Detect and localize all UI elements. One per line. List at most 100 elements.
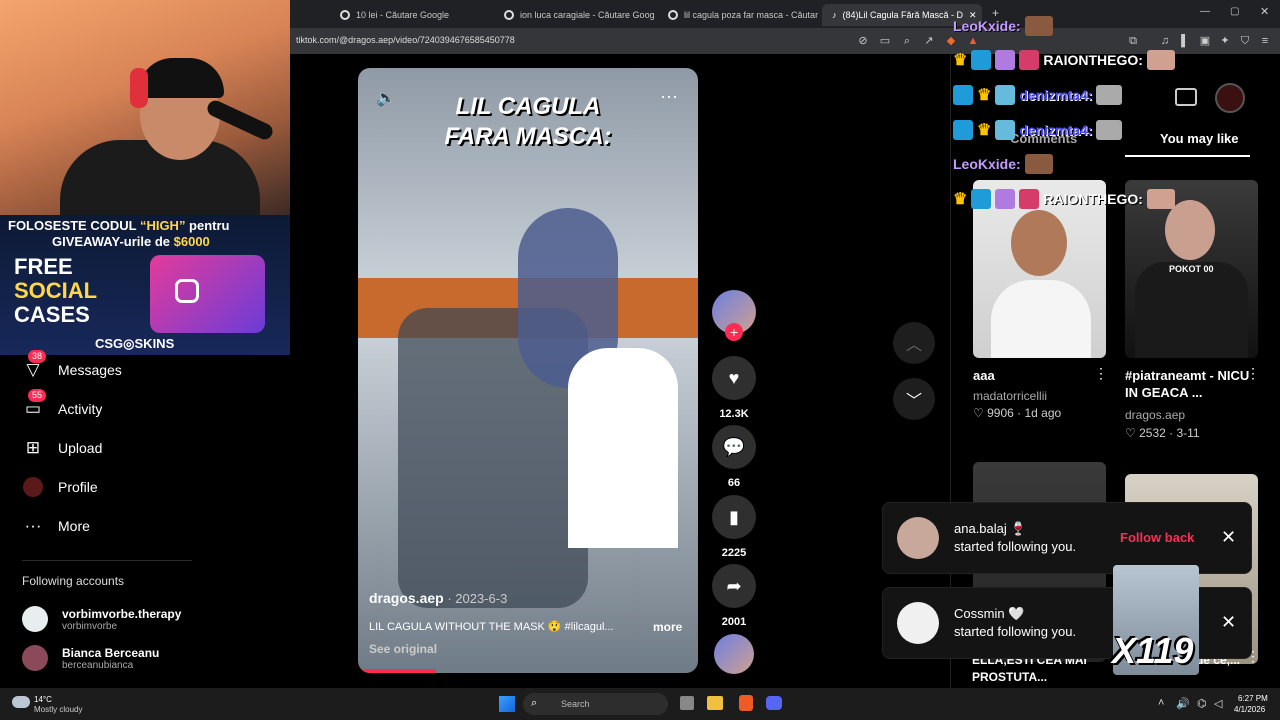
see-original-link[interactable]: See original <box>369 642 437 656</box>
extensions-icon[interactable]: ⧉ <box>1126 34 1140 48</box>
card-stats: ♡ 2532 · 3-11 <box>1125 426 1200 440</box>
upload-icon: ⊞ <box>25 438 41 457</box>
card-more-icon[interactable]: ⋮ <box>1094 365 1108 382</box>
ai-icon[interactable]: ✦ <box>1218 34 1232 48</box>
close-icon[interactable]: ✕ <box>1221 612 1236 633</box>
nav-messages[interactable]: ▽ 38 Messages <box>22 350 122 381</box>
maximize-icon[interactable]: ▢ <box>1230 6 1239 17</box>
next-video-button[interactable]: ﹀ <box>893 378 935 420</box>
file-explorer-icon[interactable] <box>707 696 723 710</box>
like-action[interactable]: ♥ 12.3K <box>712 356 756 420</box>
browser-tab-bar: 10 lei - Căutare Google ion luca caragia… <box>290 0 1280 28</box>
emote <box>1146 189 1175 209</box>
heart-icon[interactable]: ♥ <box>712 356 756 400</box>
follow-back-button[interactable]: Follow back <box>1120 530 1194 545</box>
case-graphic <box>150 255 265 333</box>
discord-icon[interactable] <box>766 696 782 710</box>
taskbar-search[interactable]: Search <box>523 693 668 715</box>
wallet-icon[interactable]: ▣ <box>1198 34 1212 48</box>
close-window-icon[interactable]: ✕ <box>1260 5 1269 18</box>
card-author[interactable]: madatorricellii <box>973 389 1047 403</box>
close-icon[interactable]: ✕ <box>1221 527 1236 548</box>
video-author[interactable]: dragos.aep · 2023-6-3 <box>369 590 507 606</box>
windows-start-icon[interactable] <box>499 696 515 712</box>
comment-action[interactable]: 💬 66 <box>712 425 756 489</box>
browser-tab[interactable]: ion luca caragiale - Căutare Google <box>494 4 654 26</box>
avatar <box>22 645 48 671</box>
url-text[interactable]: tiktok.com/@dragos.aep/video/72403946765… <box>296 35 515 45</box>
browser-tab[interactable]: 10 lei - Căutare Google <box>330 4 490 26</box>
nav-upload[interactable]: ⊞ Upload <box>22 437 103 459</box>
activity-badge: 55 <box>28 389 47 402</box>
browser-tab[interactable]: lil cagula poza far masca - Căutare G <box>658 4 818 26</box>
emote <box>953 120 973 140</box>
chat-message: ♛ RAIONTHEGO: <box>953 187 1175 211</box>
caption-more-link[interactable]: more <box>653 620 682 634</box>
share-icon[interactable]: ↗ <box>922 34 936 48</box>
crown-badge-icon: ♛ <box>953 191 968 208</box>
clock-date[interactable]: 4/1/2026 <box>1234 705 1265 714</box>
following-account[interactable]: Bianca Berceanu berceanubianca <box>22 645 159 671</box>
menu-icon[interactable]: ≡ <box>1258 34 1272 48</box>
comment-count: 66 <box>727 477 741 489</box>
profile-avatar-icon <box>22 477 44 497</box>
more-options-icon[interactable]: ··· <box>660 86 678 107</box>
following-accounts-title: Following accounts <box>22 574 125 588</box>
avatar <box>897 517 939 559</box>
card-title[interactable]: #piatraneamt - NICU IN GEACA ... <box>1125 367 1255 401</box>
video-player[interactable]: 🔈 LIL CAGULA FARA MASCA: ··· dragos.aep … <box>358 68 698 673</box>
cast-icon[interactable]: ▭ <box>878 34 892 48</box>
speaker-icon[interactable]: ◁ <box>1214 697 1222 710</box>
cloud-icon[interactable] <box>12 696 30 708</box>
network-icon[interactable]: ⌬ <box>1197 697 1207 710</box>
comment-icon[interactable]: 💬 <box>712 425 756 469</box>
webcam-overlay <box>0 0 290 215</box>
chevron-up-icon[interactable]: ˄ <box>1158 697 1164 709</box>
card-author[interactable]: dragos.aep <box>1125 408 1185 422</box>
tab-you-may-like[interactable]: You may like <box>1160 131 1239 146</box>
following-account[interactable]: vorbimvorbe.therapy vorbimvorbe <box>22 606 181 632</box>
emote <box>995 50 1016 70</box>
sidebar-icon[interactable]: ▌ <box>1178 34 1192 48</box>
video-caption: LIL CAGULA WITHOUT THE MASK 😲 #lilcagul.… <box>369 621 614 633</box>
weather-desc[interactable]: Mostly cloudy <box>34 705 82 714</box>
video-progress-bar[interactable] <box>358 669 437 673</box>
weather-temp[interactable]: 14°C <box>34 695 52 704</box>
no-camera-icon[interactable]: ⊘ <box>856 34 870 48</box>
user-avatar[interactable] <box>1215 83 1245 113</box>
video-overlay-title: LIL CAGULA FARA MASCA: <box>444 93 612 150</box>
messages-icon: ▽ 38 <box>22 350 47 380</box>
video-frame-shirt <box>568 348 678 548</box>
search-icon: ⌕ <box>531 697 538 709</box>
bookmark-icon[interactable]: ▮ <box>712 495 756 539</box>
vpn-icon[interactable]: ⛉ <box>1238 34 1252 48</box>
sound-avatar[interactable] <box>714 634 754 674</box>
card-more-icon[interactable]: ⋮ <box>1246 365 1260 382</box>
card-title[interactable]: aaa <box>973 367 1103 384</box>
avatar <box>897 602 939 644</box>
save-action[interactable]: ▮ 2225 <box>712 495 756 559</box>
nav-activity[interactable]: ▭ 55 Activity <box>22 389 102 420</box>
emote <box>1019 189 1040 209</box>
emote <box>1096 120 1123 140</box>
follow-plus-button[interactable]: + <box>725 323 743 341</box>
share-action[interactable]: ➦ 2001 <box>712 564 756 628</box>
clock-time[interactable]: 6:27 PM <box>1238 694 1268 703</box>
like-count: 12.3K <box>719 408 749 420</box>
previous-video-button[interactable]: ︿ <box>893 322 935 364</box>
task-view-icon[interactable] <box>680 696 694 710</box>
device-icon[interactable] <box>1175 88 1197 106</box>
crown-badge-icon: ♛ <box>977 122 992 139</box>
share-arrow-icon[interactable]: ➦ <box>712 564 756 608</box>
messages-badge: 38 <box>28 350 47 363</box>
emote <box>971 50 992 70</box>
brave-icon[interactable] <box>739 695 753 711</box>
volume-icon[interactable]: 🔊 <box>1176 697 1190 710</box>
nav-more[interactable]: ··· More <box>22 515 90 537</box>
chat-message: ♛ RAIONTHEGO: <box>953 48 1175 72</box>
nav-profile[interactable]: Profile <box>22 476 98 498</box>
crown-badge-icon: ♛ <box>953 52 968 69</box>
minimize-icon[interactable]: — <box>1200 6 1210 17</box>
zoom-icon[interactable]: ⌕ <box>900 34 914 48</box>
music-icon[interactable]: ♫ <box>1158 34 1172 48</box>
